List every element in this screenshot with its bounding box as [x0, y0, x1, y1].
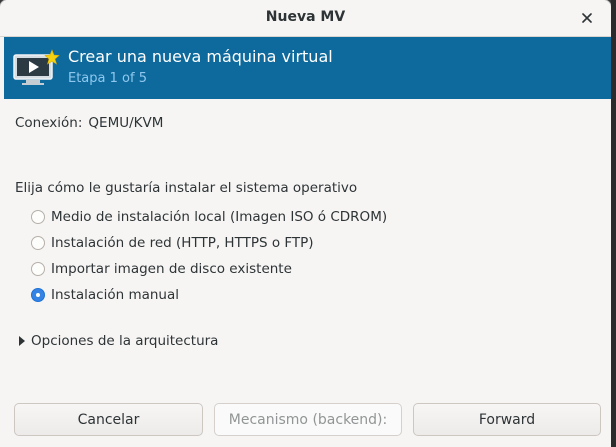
close-icon: [582, 13, 592, 23]
titlebar: Nueva MV: [0, 0, 611, 37]
close-button[interactable]: [577, 8, 597, 28]
cancel-button[interactable]: Cancelar: [14, 403, 203, 436]
radio-label: Instalación manual: [51, 287, 179, 303]
monitor-play-icon: [13, 49, 60, 85]
radio-label: Instalación de red (HTTP, HTTPS o FTP): [51, 235, 314, 251]
connection-value: QEMU/KVM: [88, 115, 164, 131]
triangle-right-icon: [19, 336, 25, 346]
install-method-question: Elija cómo le gustaría instalar el siste…: [15, 180, 358, 196]
wizard-banner: Crear una nueva máquina virtual Etapa 1 …: [4, 37, 611, 99]
window-title: Nueva MV: [265, 9, 346, 25]
new-vm-dialog: Nueva MV Crear una nueva máquina virtual…: [0, 0, 611, 447]
architecture-options-expander[interactable]: Opciones de la arquitectura: [19, 331, 218, 351]
wizard-title: Crear una nueva máquina virtual: [68, 47, 333, 66]
radio-label: Medio de instalación local (Imagen ISO ó…: [51, 209, 388, 225]
radio-label: Importar imagen de disco existente: [51, 261, 292, 277]
radio-network-install[interactable]: Instalación de red (HTTP, HTTPS o FTP): [31, 233, 314, 253]
backend-button[interactable]: Mecanismo (backend):: [214, 403, 402, 436]
expander-label: Opciones de la arquitectura: [31, 333, 219, 349]
connection-row: Conexión: QEMU/KVM: [15, 115, 163, 131]
radio-button[interactable]: [31, 236, 45, 250]
connection-label: Conexión:: [15, 115, 83, 131]
wizard-step: Etapa 1 of 5: [68, 71, 147, 86]
radio-local-media[interactable]: Medio de instalación local (Imagen ISO ó…: [31, 207, 387, 227]
forward-button[interactable]: Forward: [413, 403, 601, 436]
radio-button-selected[interactable]: [31, 288, 45, 302]
desktop-edge: [611, 0, 616, 447]
radio-button[interactable]: [31, 262, 45, 276]
radio-import-disk[interactable]: Importar imagen de disco existente: [31, 259, 292, 279]
radio-button[interactable]: [31, 210, 45, 224]
radio-manual-install[interactable]: Instalación manual: [31, 285, 179, 305]
